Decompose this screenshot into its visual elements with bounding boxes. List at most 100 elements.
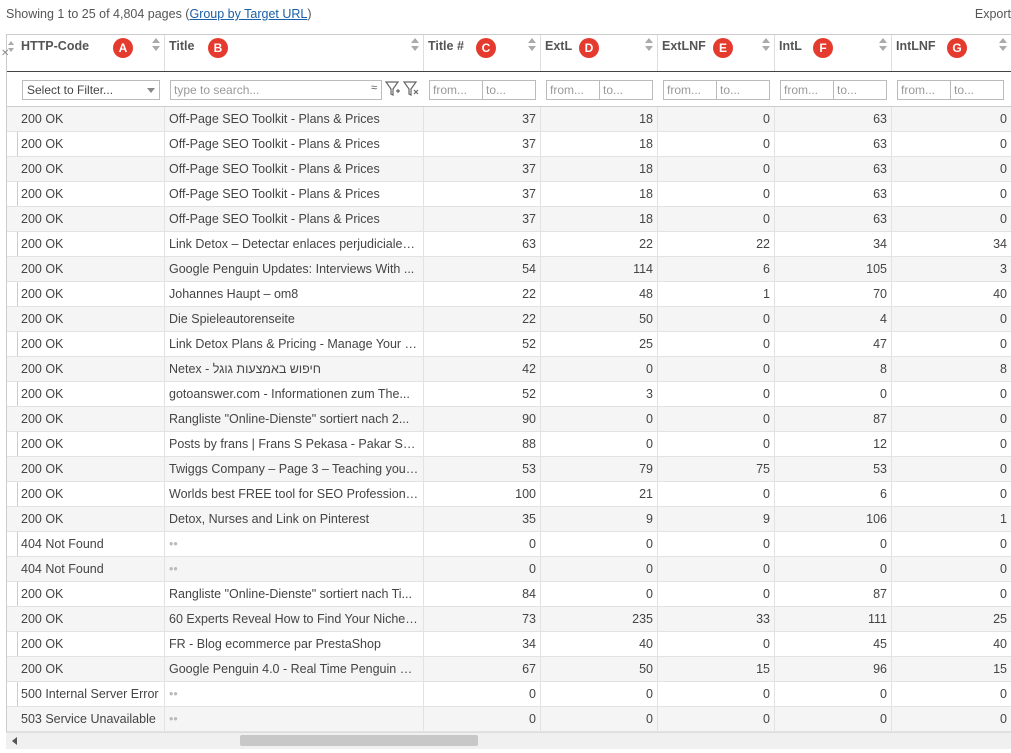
table-row[interactable]: 200 OK Link Detox – Detectar enlaces perj… <box>7 232 1011 257</box>
cell-title: gotoanswer.com - Informationen zum The..… <box>165 382 424 406</box>
cell-extl: 0 <box>541 357 658 381</box>
sort-icon[interactable] <box>411 38 419 52</box>
cell-title: Rangliste "Online-Dienste" sortiert nach… <box>165 582 424 606</box>
cell-titlenum: 37 <box>424 157 541 181</box>
table-row[interactable]: 200 OK Johannes Haupt – om8 22 48 1 70 40 <box>7 282 1011 307</box>
fuzzy-match-icon[interactable]: ≈ <box>371 82 377 94</box>
cell-titlenum: 100 <box>424 482 541 506</box>
filter-clear-icon[interactable] <box>402 80 419 98</box>
table-row[interactable]: 200 OK Die Spieleautorenseite 22 50 0 4 0 <box>7 307 1011 332</box>
column-label: IntL <box>779 39 802 53</box>
table-row[interactable]: 500 Internal Server Error •• 0 0 0 0 0 <box>7 682 1011 707</box>
range-from-input[interactable] <box>663 80 717 100</box>
range-from-input[interactable] <box>546 80 600 100</box>
cell-title: •• <box>165 532 424 556</box>
filter-add-icon[interactable] <box>384 80 401 98</box>
cell-http: 200 OK <box>17 182 165 206</box>
table-row[interactable]: 200 OK Rangliste "Online-Dienste" sortier… <box>7 582 1011 607</box>
table-row[interactable]: 200 OK Off-Page SEO Toolkit - Plans & Pri… <box>7 207 1011 232</box>
scroll-left-icon[interactable] <box>12 737 17 745</box>
cell-titlenum: 0 <box>424 557 541 581</box>
cell-extlnf: 0 <box>658 432 775 456</box>
column-header-titlenum[interactable]: Title # C <box>424 35 541 71</box>
table-row[interactable]: 200 OK gotoanswer.com - Informationen zum… <box>7 382 1011 407</box>
group-by-target-url-link[interactable]: Group by Target URL <box>189 7 307 21</box>
table-row[interactable]: 200 OK Google Penguin 4.0 - Real Time Pen… <box>7 657 1011 682</box>
sort-icon[interactable] <box>152 38 160 52</box>
export-button[interactable]: Export <box>975 7 1011 21</box>
table-row[interactable]: 200 OK Worlds best FREE tool for SEO Prof… <box>7 482 1011 507</box>
sort-icon[interactable] <box>528 38 536 52</box>
cell-intlnf: 0 <box>892 532 1011 556</box>
table-row[interactable]: 404 Not Found •• 0 0 0 0 0 <box>7 557 1011 582</box>
range-to-input[interactable] <box>599 80 653 100</box>
clear-filter-icon[interactable]: ✕ <box>1 48 9 59</box>
range-to-input[interactable] <box>482 80 536 100</box>
table-row[interactable]: 200 OK 60 Experts Reveal How to Find Your… <box>7 607 1011 632</box>
cell-http: 200 OK <box>17 207 165 231</box>
cell-extlnf: 15 <box>658 657 775 681</box>
cell-intlnf: 34 <box>892 232 1011 256</box>
cell-extl: 50 <box>541 657 658 681</box>
cell-intl: 6 <box>775 482 892 506</box>
table-row[interactable]: 200 OK Rangliste "Online-Dienste" sortier… <box>7 407 1011 432</box>
cell-title: Link Detox – Detectar enlaces perjudicia… <box>165 232 424 256</box>
cell-extlnf: 0 <box>658 182 775 206</box>
cell-extl: 21 <box>541 482 658 506</box>
scrollbar-thumb[interactable] <box>240 735 478 746</box>
column-header-title[interactable]: Title B <box>165 35 424 71</box>
table-row[interactable]: 200 OK Link Detox Plans & Pricing - Manag… <box>7 332 1011 357</box>
column-header-intlnf[interactable]: IntLNF G <box>892 35 1011 71</box>
table-row[interactable]: 200 OK Off-Page SEO Toolkit - Plans & Pri… <box>7 132 1011 157</box>
column-header-http[interactable]: HTTP-Code A <box>17 35 165 71</box>
cell-intl: 0 <box>775 682 892 706</box>
horizontal-scrollbar[interactable] <box>6 732 1011 749</box>
cell-intl: 63 <box>775 182 892 206</box>
range-from-input[interactable] <box>897 80 951 100</box>
table-row[interactable]: 200 OK Off-Page SEO Toolkit - Plans & Pri… <box>7 157 1011 182</box>
table-row[interactable]: 200 OK Detox, Nurses and Link on Pinteres… <box>7 507 1011 532</box>
cell-intlnf: 8 <box>892 357 1011 381</box>
table-row[interactable]: 200 OK Posts by frans | Frans S Pekasa - … <box>7 432 1011 457</box>
sort-icon[interactable] <box>999 38 1007 52</box>
cell-intlnf: 0 <box>892 107 1011 131</box>
table-row[interactable]: 200 OK FR - Blog ecommerce par PrestaShop… <box>7 632 1011 657</box>
range-from-input[interactable] <box>429 80 483 100</box>
cell-extlnf: 0 <box>658 557 775 581</box>
table-row[interactable]: 503 Service Unavailable •• 0 0 0 0 0 <box>7 707 1011 732</box>
range-from-input[interactable] <box>780 80 834 100</box>
cell-titlenum: 90 <box>424 407 541 431</box>
header-row: HTTP-Code A Title B Title # C ExtL D ExtLNF E IntL… <box>7 35 1011 72</box>
cell-title: Off-Page SEO Toolkit - Plans & Prices <box>165 207 424 231</box>
title-search-input[interactable] <box>170 80 382 100</box>
table-row[interactable]: 200 OK Google Penguin Updates: Interviews… <box>7 257 1011 282</box>
cell-title: Die Spieleautorenseite <box>165 307 424 331</box>
http-code-filter-select[interactable]: Select to Filter... <box>22 80 160 100</box>
table-row[interactable]: 200 OK Twiggs Company – Page 3 – Teaching… <box>7 457 1011 482</box>
table-row[interactable]: 404 Not Found •• 0 0 0 0 0 <box>7 532 1011 557</box>
table-row[interactable]: 200 OK Off-Page SEO Toolkit - Plans & Pri… <box>7 107 1011 132</box>
column-header-intl[interactable]: IntL F <box>775 35 892 71</box>
cell-http: 404 Not Found <box>17 557 165 581</box>
cell-extl: 18 <box>541 182 658 206</box>
sort-icon[interactable] <box>645 38 653 52</box>
sort-icon[interactable] <box>879 38 887 52</box>
cell-intlnf: 1 <box>892 507 1011 531</box>
table-row[interactable]: 200 OK Netex - חיפוש באמצעות גוגל 42 0 0 8 8 <box>7 357 1011 382</box>
cell-http: 404 Not Found <box>17 532 165 556</box>
range-to-input[interactable] <box>716 80 770 100</box>
column-header-extl[interactable]: ExtL D <box>541 35 658 71</box>
sort-icon[interactable] <box>762 38 770 52</box>
cell-intlnf: 0 <box>892 382 1011 406</box>
cell-intlnf: 0 <box>892 157 1011 181</box>
cell-extl: 0 <box>541 557 658 581</box>
range-to-input[interactable] <box>833 80 887 100</box>
cell-intlnf: 15 <box>892 657 1011 681</box>
range-to-input[interactable] <box>950 80 1004 100</box>
table-row[interactable]: 200 OK Off-Page SEO Toolkit - Plans & Pri… <box>7 182 1011 207</box>
column-badge: G <box>947 38 967 58</box>
cell-http: 200 OK <box>17 332 165 356</box>
cell-extl: 9 <box>541 507 658 531</box>
cell-intl: 70 <box>775 282 892 306</box>
column-header-extlnf[interactable]: ExtLNF E <box>658 35 775 71</box>
